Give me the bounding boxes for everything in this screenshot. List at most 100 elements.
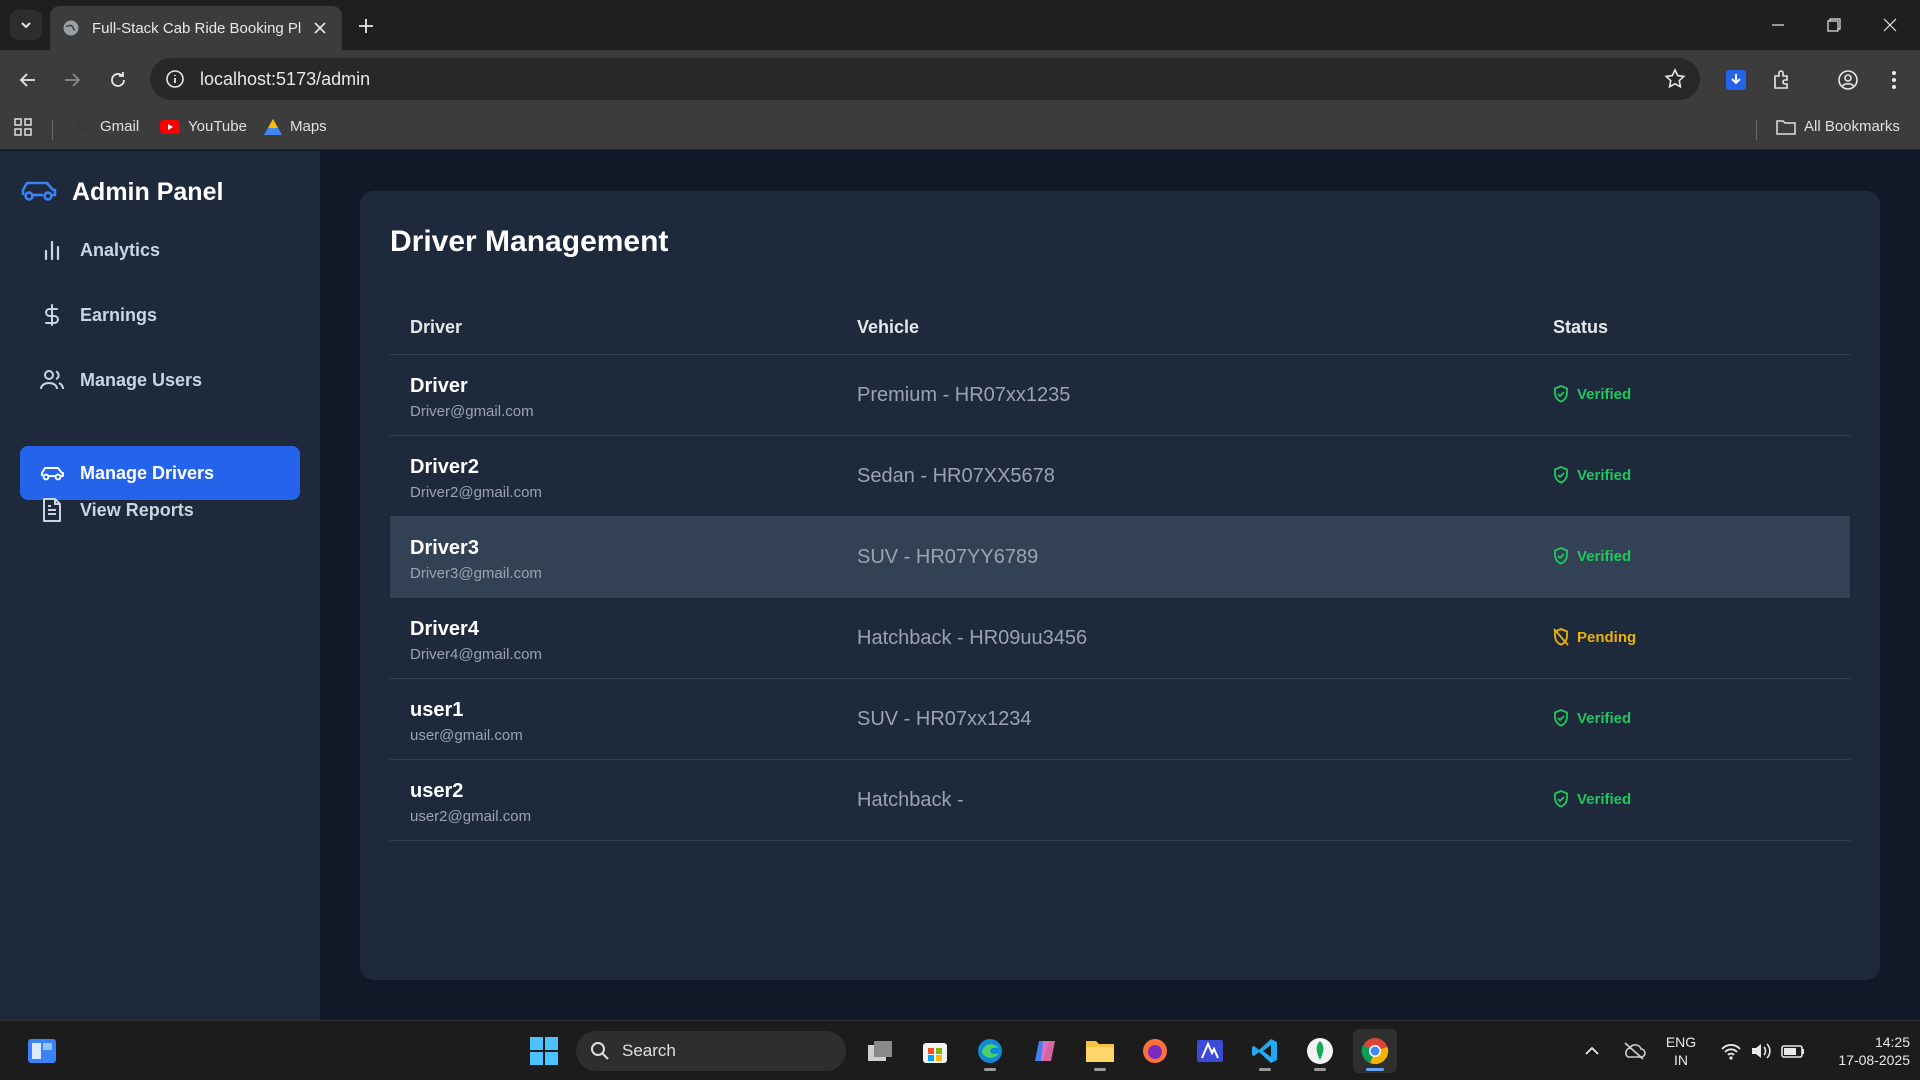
vehicle-info: Hatchback - bbox=[857, 789, 964, 811]
minimize-button[interactable] bbox=[1750, 0, 1806, 50]
cloud-off-icon bbox=[1624, 1042, 1646, 1060]
taskbar-mongodb[interactable] bbox=[1298, 1029, 1342, 1073]
driver-email: Driver3@gmail.com bbox=[410, 565, 542, 582]
vehicle-info: Sedan - HR07XX5678 bbox=[857, 465, 1055, 487]
table-row[interactable]: user2 user2@gmail.com Hatchback - Verifi… bbox=[390, 760, 1850, 841]
profile-icon[interactable] bbox=[1832, 64, 1864, 96]
table-row[interactable]: user1 user@gmail.com SUV - HR07xx1234 Ve… bbox=[390, 679, 1850, 760]
bookmark-label: YouTube bbox=[188, 118, 247, 135]
driver-name: Driver2 bbox=[410, 456, 479, 478]
task-view-button[interactable] bbox=[858, 1029, 902, 1073]
sidebar-item-view-reports[interactable]: View Reports bbox=[20, 483, 300, 537]
sidebar-item-label: Manage Users bbox=[80, 369, 203, 390]
widgets-icon bbox=[28, 1039, 56, 1063]
clock-time: 14:25 bbox=[1874, 1034, 1910, 1050]
table-header-row: Driver Vehicle Status bbox=[390, 297, 1850, 355]
extensions-icon[interactable] bbox=[1766, 64, 1798, 96]
sidebar-item-analytics[interactable]: Analytics bbox=[20, 223, 300, 277]
apps-grid-icon[interactable] bbox=[14, 118, 32, 136]
column-header-driver: Driver bbox=[410, 317, 463, 337]
language-code: ENG bbox=[1665, 1034, 1697, 1050]
task-view-icon bbox=[868, 1041, 892, 1061]
search-label: Search bbox=[622, 1041, 676, 1060]
chevron-down-icon bbox=[21, 22, 31, 29]
taskbar-vscode[interactable] bbox=[1243, 1029, 1287, 1073]
close-window-button[interactable] bbox=[1862, 0, 1918, 50]
sidebar-item-earnings[interactable]: Earnings bbox=[20, 288, 300, 342]
taskbar-chrome[interactable] bbox=[1353, 1029, 1397, 1073]
youtube-icon bbox=[160, 119, 180, 134]
taskbar-copilot[interactable] bbox=[1023, 1029, 1067, 1073]
drivers-table: Driver Vehicle Status Driver Driver@gmai… bbox=[390, 297, 1850, 841]
bookmarks-divider bbox=[52, 120, 53, 140]
browser-tab-bar: Full-Stack Cab Ride Booking Pla bbox=[0, 0, 1920, 50]
address-bar[interactable]: localhost:5173/admin bbox=[150, 58, 1700, 100]
taskbar-store[interactable] bbox=[913, 1029, 957, 1073]
widgets-button[interactable] bbox=[20, 1029, 64, 1073]
status-text: Verified bbox=[1577, 547, 1632, 565]
running-indicator bbox=[984, 1068, 996, 1071]
start-button[interactable] bbox=[522, 1029, 566, 1073]
gmail-icon bbox=[75, 120, 91, 133]
url-text: localhost:5173/admin bbox=[200, 68, 371, 89]
status-badge: Verified bbox=[1553, 709, 1631, 727]
status-badge: Pending bbox=[1553, 628, 1636, 646]
back-button[interactable] bbox=[12, 64, 44, 96]
bookmark-gmail[interactable]: Gmail bbox=[74, 118, 139, 135]
quick-settings-button[interactable] bbox=[1714, 1029, 1814, 1073]
column-header-status: Status bbox=[1553, 317, 1609, 337]
taskbar-file-explorer[interactable] bbox=[1078, 1029, 1122, 1073]
kebab-menu-icon[interactable] bbox=[1878, 64, 1910, 96]
sidebar-item-label: Analytics bbox=[80, 239, 161, 260]
forward-button[interactable] bbox=[56, 64, 88, 96]
bookmark-youtube[interactable]: YouTube bbox=[160, 118, 247, 135]
taskbar-app[interactable] bbox=[1188, 1029, 1232, 1073]
sidebar-title: Admin Panel bbox=[72, 178, 224, 206]
browser-toolbar: localhost:5173/admin bbox=[0, 50, 1920, 108]
bookmark-maps[interactable]: Maps bbox=[264, 118, 327, 135]
edge-icon bbox=[978, 1039, 1002, 1063]
star-icon[interactable] bbox=[1664, 68, 1686, 90]
vehicle-info: SUV - HR07xx1234 bbox=[857, 708, 1032, 730]
app-icon bbox=[1197, 1040, 1223, 1062]
close-icon[interactable] bbox=[310, 18, 330, 38]
status-badge: Verified bbox=[1553, 790, 1631, 808]
language-indicator[interactable]: ENG IN bbox=[1660, 1033, 1702, 1069]
new-tab-button[interactable] bbox=[352, 12, 380, 40]
sidebar-item-manage-users[interactable]: Manage Users bbox=[20, 353, 300, 407]
chrome-icon bbox=[1361, 1038, 1389, 1065]
restore-button[interactable] bbox=[1806, 0, 1862, 50]
arrow-left-icon bbox=[19, 73, 35, 87]
browser-tab[interactable]: Full-Stack Cab Ride Booking Pla bbox=[50, 6, 342, 50]
onedrive-button[interactable] bbox=[1612, 1029, 1656, 1073]
shield-check-icon bbox=[1554, 466, 1568, 484]
shield-check-icon bbox=[1554, 709, 1568, 727]
status-badge: Verified bbox=[1553, 385, 1631, 403]
table-row[interactable]: Driver3 Driver3@gmail.com SUV - HR07YY67… bbox=[390, 517, 1850, 598]
reload-button[interactable] bbox=[102, 64, 134, 96]
sidebar-item-label: Manage Drivers bbox=[80, 462, 215, 483]
tab-search-button[interactable] bbox=[10, 10, 42, 40]
taskbar-search[interactable]: Search bbox=[576, 1031, 846, 1071]
clock-date: 17-08-2025 bbox=[1838, 1052, 1910, 1068]
vehicle-info: Hatchback - HR09uu3456 bbox=[857, 627, 1088, 649]
all-bookmarks-label: All Bookmarks bbox=[1804, 118, 1900, 135]
table-row[interactable]: Driver Driver@gmail.com Premium - HR07xx… bbox=[390, 355, 1850, 436]
driver-management-card: Driver Management Driver Vehicle Status … bbox=[360, 191, 1880, 980]
clock[interactable]: 14:25 17-08-2025 bbox=[1810, 1033, 1910, 1069]
show-hidden-icons-button[interactable] bbox=[1570, 1029, 1614, 1073]
driver-name: Driver3 bbox=[410, 537, 479, 559]
car-icon bbox=[40, 461, 64, 485]
table-row[interactable]: Driver4 Driver4@gmail.com Hatchback - HR… bbox=[390, 598, 1850, 679]
vehicle-info: SUV - HR07YY6789 bbox=[857, 546, 1039, 568]
driver-email: user2@gmail.com bbox=[410, 808, 532, 825]
brand: Admin Panel bbox=[20, 177, 223, 208]
taskbar-edge[interactable] bbox=[968, 1029, 1012, 1073]
table-row[interactable]: Driver2 Driver2@gmail.com Sedan - HR07XX… bbox=[390, 436, 1850, 517]
site-info-icon[interactable] bbox=[164, 68, 186, 90]
all-bookmarks-button[interactable]: All Bookmarks bbox=[1776, 118, 1900, 135]
shield-off-icon bbox=[1553, 628, 1569, 646]
download-extension-icon[interactable] bbox=[1720, 64, 1752, 96]
driver-name: user2 bbox=[410, 780, 464, 802]
taskbar-firefox[interactable] bbox=[1133, 1029, 1177, 1073]
